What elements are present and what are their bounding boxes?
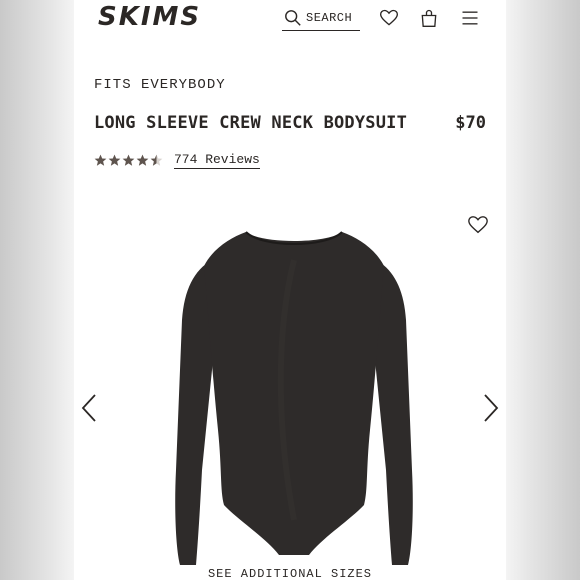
search-label: SEARCH [306, 11, 353, 25]
product-price: $70 [455, 113, 486, 133]
bag-icon [421, 9, 437, 27]
background-right [506, 0, 580, 580]
star-icon [122, 154, 135, 166]
menu-button[interactable] [460, 8, 480, 28]
heart-icon [379, 9, 399, 26]
product-image-bodysuit [175, 231, 413, 565]
wishlist-button[interactable] [379, 8, 399, 28]
menu-icon [462, 11, 478, 25]
chevron-left-icon [81, 394, 96, 422]
previous-image-button[interactable] [80, 393, 100, 423]
add-to-wishlist-button[interactable] [467, 214, 489, 236]
product-title: LONG SLEEVE CREW NECK BODYSUIT [94, 113, 408, 133]
cart-button[interactable] [419, 8, 439, 28]
star-icon [94, 154, 107, 166]
see-additional-sizes-link[interactable]: SEE ADDITIONAL SIZES [74, 567, 506, 580]
next-image-button[interactable] [480, 393, 500, 423]
search-icon [285, 10, 301, 26]
product-tagline: FITS EVERYBODY [94, 77, 226, 93]
reviews-link[interactable]: 774 Reviews [174, 152, 260, 169]
chevron-right-icon [484, 394, 499, 422]
brand-logo[interactable]: SKIMS [98, 2, 201, 32]
heart-icon [468, 216, 488, 234]
star-rating [94, 154, 164, 167]
product-page: SKIMS SEARCH FITS EVERYBODY LONG SLEEVE … [74, 0, 506, 580]
product-rating: 774 Reviews [94, 152, 260, 169]
star-icon [108, 154, 121, 166]
star-icon [136, 154, 149, 166]
star-icon [150, 154, 163, 166]
search-button[interactable]: SEARCH [282, 6, 360, 31]
background-left [0, 0, 74, 580]
